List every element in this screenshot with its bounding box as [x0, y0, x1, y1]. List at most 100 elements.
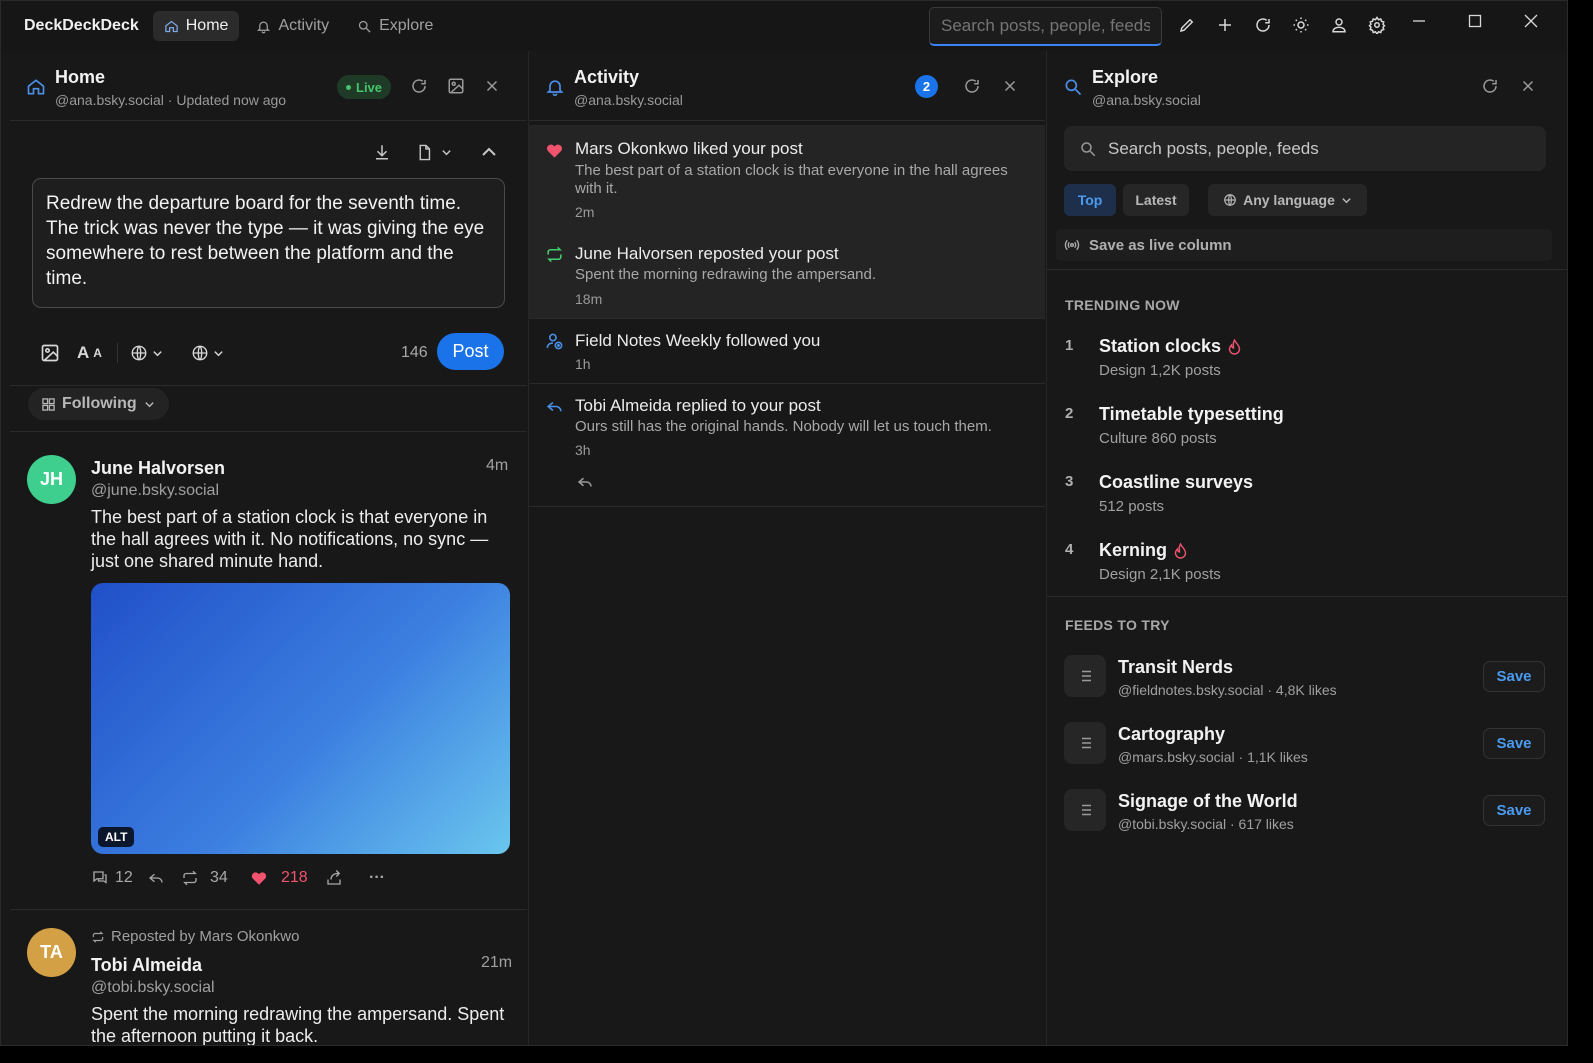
notification-item[interactable]: Mars Okonkwo liked your post The best pa… — [529, 125, 1045, 230]
notification-title: Field Notes Weekly followed you — [575, 331, 821, 350]
image-icon[interactable] — [446, 76, 466, 96]
feed-meta: @mars.bsky.social · 1,1K likes — [1118, 749, 1308, 765]
nav-tab-activity[interactable]: Activity — [245, 11, 340, 41]
notification-item[interactable]: Tobi Almeida replied to your post Ours s… — [529, 384, 1045, 506]
divider — [10, 385, 527, 386]
trending-title-text: Timetable typesetting — [1099, 404, 1284, 424]
feed-filter-dropdown[interactable]: Following — [28, 388, 169, 420]
draft-menu[interactable] — [413, 141, 455, 163]
explore-column-header: Explore @ana.bsky.social — [1047, 51, 1567, 121]
repost-icon — [183, 870, 197, 886]
image-icon[interactable] — [40, 343, 60, 363]
chevron-down-icon — [1342, 197, 1351, 203]
toolbar-icons — [1177, 15, 1387, 35]
feed-title: Cartography — [1118, 724, 1226, 744]
post-button[interactable]: Post — [437, 333, 504, 370]
filter-top-button[interactable]: Top — [1064, 184, 1116, 216]
reply-icon[interactable] — [575, 472, 595, 492]
explore-search-input[interactable]: Search posts, people, feeds — [1064, 126, 1546, 171]
char-count: 146 — [401, 344, 428, 361]
replies-count-button[interactable]: 12 — [91, 868, 133, 888]
list-icon — [1064, 789, 1106, 831]
download-icon[interactable] — [371, 141, 393, 163]
more-icon[interactable]: ··· — [369, 868, 385, 888]
nav-tab-explore[interactable]: Explore — [346, 11, 444, 41]
post-text: The best part of a station clock is that… — [91, 507, 489, 571]
feed-meta: @fieldnotes.bsky.social · 4,8K likes — [1118, 682, 1337, 698]
language-label: Any language — [1243, 192, 1335, 208]
maximize-icon[interactable] — [1465, 11, 1485, 31]
close-icon[interactable] — [482, 76, 502, 96]
post-author-name[interactable]: Tobi Almeida — [91, 955, 202, 976]
share-icon — [327, 870, 341, 885]
column-subtitle: @ana.bsky.social — [1092, 92, 1201, 108]
notification-title: Tobi Almeida replied to your post — [575, 396, 821, 415]
trending-title: Station clocks — [1099, 336, 1241, 357]
chevron-down-icon — [442, 149, 451, 155]
save-feed-button[interactable]: Save — [1483, 728, 1545, 759]
feeds-heading: FEEDS TO TRY — [1065, 617, 1170, 633]
avatar[interactable]: JH — [27, 455, 76, 504]
divider — [10, 909, 527, 910]
repost-indicator: Reposted by Mars Okonkwo — [91, 928, 299, 945]
user-icon[interactable] — [1329, 15, 1349, 35]
sun-icon[interactable] — [1291, 15, 1311, 35]
plus-icon[interactable] — [1215, 15, 1235, 35]
notification-time: 2m — [575, 204, 595, 220]
heart-icon — [544, 140, 564, 160]
composer-textarea[interactable]: Redrew the departure board for the seven… — [32, 178, 505, 308]
globe-language-select[interactable] — [130, 343, 163, 363]
close-window-icon[interactable] — [1521, 11, 1541, 31]
refresh-icon[interactable] — [1480, 76, 1500, 96]
close-icon[interactable] — [1000, 76, 1020, 96]
gear-icon[interactable] — [1367, 15, 1387, 35]
grid-icon — [42, 397, 55, 411]
language-select[interactable]: Any language — [1208, 184, 1367, 216]
avatar[interactable]: TA — [27, 928, 76, 977]
pencil-icon[interactable] — [1177, 15, 1197, 35]
app-brand: DeckDeckDeck — [24, 17, 139, 34]
feed-title: Transit Nerds — [1118, 657, 1234, 677]
nav-tab-label: Explore — [379, 17, 434, 34]
column-title: Home — [55, 67, 106, 87]
collapse-icon[interactable] — [478, 141, 500, 163]
trending-meta: Culture 860 posts — [1099, 430, 1217, 447]
share-button[interactable] — [325, 868, 343, 888]
like-button[interactable]: 218 — [250, 868, 308, 888]
live-dot — [346, 84, 351, 90]
trending-rank: 1 — [1065, 337, 1074, 354]
post-author-name[interactable]: June Halvorsen — [91, 458, 225, 479]
notification-time: 18m — [575, 291, 603, 307]
alt-badge[interactable]: ALT — [98, 827, 135, 847]
post-image[interactable]: ALT — [91, 583, 510, 854]
post-time: 4m — [486, 457, 509, 474]
post-author-handle[interactable]: @june.bsky.social — [91, 482, 219, 500]
notification-item[interactable]: June Halvorsen reposted your post Spent … — [529, 230, 1045, 318]
reply-icon — [544, 396, 564, 416]
globe-audience-select[interactable] — [191, 343, 224, 363]
minimize-icon[interactable] — [1409, 11, 1429, 31]
nav-tab-home[interactable]: Home — [152, 11, 240, 41]
trending-title: Kerning — [1099, 540, 1187, 561]
chevron-down-icon — [153, 350, 162, 356]
refresh-icon[interactable] — [409, 76, 429, 96]
post-author-handle[interactable]: @tobi.bsky.social — [91, 979, 215, 997]
close-icon[interactable] — [1518, 76, 1538, 96]
translate-icon[interactable]: AA — [77, 343, 102, 363]
activity-column-header: Activity @ana.bsky.social 2 — [529, 51, 1045, 121]
save-feed-button[interactable]: Save — [1483, 661, 1545, 692]
trending-title: Timetable typesetting — [1099, 404, 1284, 425]
bell-icon — [257, 21, 271, 33]
notification-item[interactable]: Field Notes Weekly followed you 1h — [529, 319, 1045, 383]
live-label: Live — [356, 79, 383, 95]
filter-latest-button[interactable]: Latest — [1123, 184, 1189, 216]
repost-button[interactable]: 34 — [181, 868, 228, 888]
trending-title-text: Station clocks — [1099, 336, 1222, 356]
reply-button[interactable] — [147, 868, 165, 888]
refresh-icon[interactable] — [962, 76, 982, 96]
refresh-icon[interactable] — [1253, 15, 1273, 35]
unread-count-badge: 2 — [915, 75, 938, 98]
global-search-input[interactable] — [929, 7, 1162, 46]
save-live-column-button[interactable]: Save as live column — [1056, 229, 1552, 261]
save-feed-button[interactable]: Save — [1483, 795, 1545, 826]
